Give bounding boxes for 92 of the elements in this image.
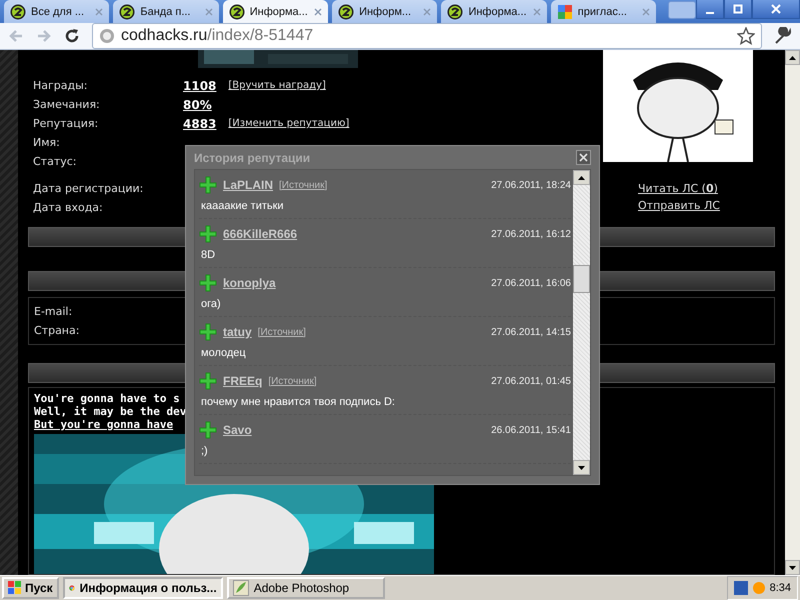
- clock: 8:34: [770, 582, 791, 594]
- feather-icon: [232, 580, 249, 596]
- field-label: Замечания:: [32, 98, 101, 111]
- close-icon[interactable]: [204, 8, 213, 16]
- user-link[interactable]: FREEq: [223, 374, 262, 388]
- site-icon: [338, 4, 354, 20]
- close-icon: [579, 153, 588, 162]
- close-button[interactable]: [752, 0, 800, 19]
- close-icon[interactable]: [314, 8, 322, 16]
- field-label: Дата входа:: [32, 201, 104, 214]
- browser-tab[interactable]: приглас...: [550, 0, 656, 23]
- site-icon: [447, 4, 464, 20]
- comment-text: ;): [200, 445, 209, 457]
- user-link[interactable]: konoplya: [223, 276, 276, 290]
- plus-icon: [199, 274, 217, 292]
- message-link[interactable]: Читать ЛС (0): [638, 182, 773, 199]
- field-label: Статус:: [32, 155, 78, 168]
- arrow-up-icon: [578, 176, 585, 180]
- user-link[interactable]: 666KilleR666: [223, 227, 298, 241]
- signature-text: Well, it may be the dev: [34, 405, 186, 418]
- browser-tab[interactable]: Банда п...: [113, 0, 219, 23]
- forward-icon[interactable]: [36, 28, 52, 44]
- entry-date: 27.06.2011, 01:45: [491, 376, 571, 386]
- field-value[interactable]: 80%: [183, 98, 212, 112]
- field-label: E-mail:: [33, 305, 74, 318]
- browser-tab[interactable]: Все для ...: [4, 0, 110, 23]
- field-label: Репутация:: [32, 117, 100, 130]
- taskbar-button[interactable]: Adobe Photoshop: [226, 577, 385, 599]
- maximize-button[interactable]: [724, 0, 752, 19]
- entry-date: 27.06.2011, 14:15: [491, 326, 571, 338]
- comment-text: ога): [200, 298, 222, 310]
- start-button[interactable]: Пуск: [2, 577, 59, 599]
- action-link[interactable]: [Вручить награду]: [228, 80, 326, 91]
- field-label: Страна:: [33, 324, 80, 337]
- arrow-up-icon: [789, 56, 796, 60]
- scroll-thumb[interactable]: [573, 265, 590, 293]
- field-label: Имя:: [32, 136, 61, 149]
- scrollbar[interactable]: [573, 170, 590, 475]
- arrow-down-icon: [578, 466, 585, 470]
- comment-text: 8D: [200, 249, 216, 261]
- browser-tab[interactable]: Информа...: [222, 0, 328, 23]
- close-icon: [771, 4, 781, 14]
- comment-text: молодец: [200, 347, 247, 359]
- minimize-button[interactable]: [696, 0, 724, 19]
- comment-text: почему мне нравится твоя подпись D:: [200, 396, 396, 408]
- close-icon[interactable]: [532, 8, 541, 16]
- site-icon: [119, 4, 136, 20]
- comment-text: каааакие титьки: [200, 200, 285, 212]
- windows-logo-icon: [8, 581, 22, 595]
- close-icon[interactable]: [423, 8, 432, 16]
- dialog-title: История репутации: [194, 150, 310, 164]
- back-icon[interactable]: [8, 28, 24, 44]
- site-icon: [10, 4, 26, 20]
- scrollbar[interactable]: [785, 50, 800, 575]
- address-bar[interactable]: codhacks.ru/index/8-51447: [92, 23, 762, 49]
- field-label: Дата регистрации:: [32, 182, 144, 195]
- action-link[interactable]: [Изменить репутацию]: [228, 118, 350, 129]
- plus-icon: [199, 225, 217, 243]
- field-value[interactable]: 4883: [183, 116, 216, 130]
- entry-date: 27.06.2011, 18:24: [491, 180, 571, 190]
- plus-icon: [199, 421, 217, 439]
- close-button[interactable]: [576, 150, 591, 165]
- restore-icon: [733, 4, 743, 14]
- minimize-icon: [706, 12, 714, 14]
- browser-tab[interactable]: Информа...: [441, 0, 547, 23]
- site-icon: [228, 4, 245, 20]
- field-value[interactable]: 1108: [183, 78, 216, 92]
- field-label: Награды:: [32, 79, 89, 92]
- star-icon[interactable]: [737, 27, 755, 45]
- browser-tab[interactable]: Информ...: [332, 0, 438, 23]
- plus-icon: [199, 176, 217, 194]
- wrench-icon[interactable]: [774, 27, 792, 45]
- globe-icon: [99, 28, 115, 44]
- arrow-down-icon: [789, 566, 796, 570]
- user-link[interactable]: Savo: [223, 423, 252, 437]
- google-icon: [556, 4, 573, 20]
- signature-text: You're gonna have to s: [34, 392, 180, 405]
- taskbar-button[interactable]: Информация о польз...: [62, 577, 223, 599]
- entry-date: 26.06.2011, 15:41: [491, 424, 571, 436]
- user-link[interactable]: tatuy: [223, 325, 252, 339]
- tray-icon[interactable]: [734, 581, 748, 595]
- user-link[interactable]: LaPLAIN: [223, 178, 274, 192]
- entry-date: 27.06.2011, 16:06: [491, 278, 571, 288]
- message-link[interactable]: Отправить ЛС: [638, 199, 773, 216]
- plus-icon: [199, 323, 217, 341]
- entry-date: 27.06.2011, 16:12: [491, 228, 571, 240]
- signature-text: But you're gonna have: [34, 418, 174, 431]
- reload-icon[interactable]: [64, 28, 80, 44]
- close-icon[interactable]: [95, 8, 104, 16]
- url-text: codhacks.ru/index/8-51447: [121, 27, 314, 45]
- close-icon[interactable]: [642, 8, 650, 16]
- plus-icon: [199, 372, 217, 390]
